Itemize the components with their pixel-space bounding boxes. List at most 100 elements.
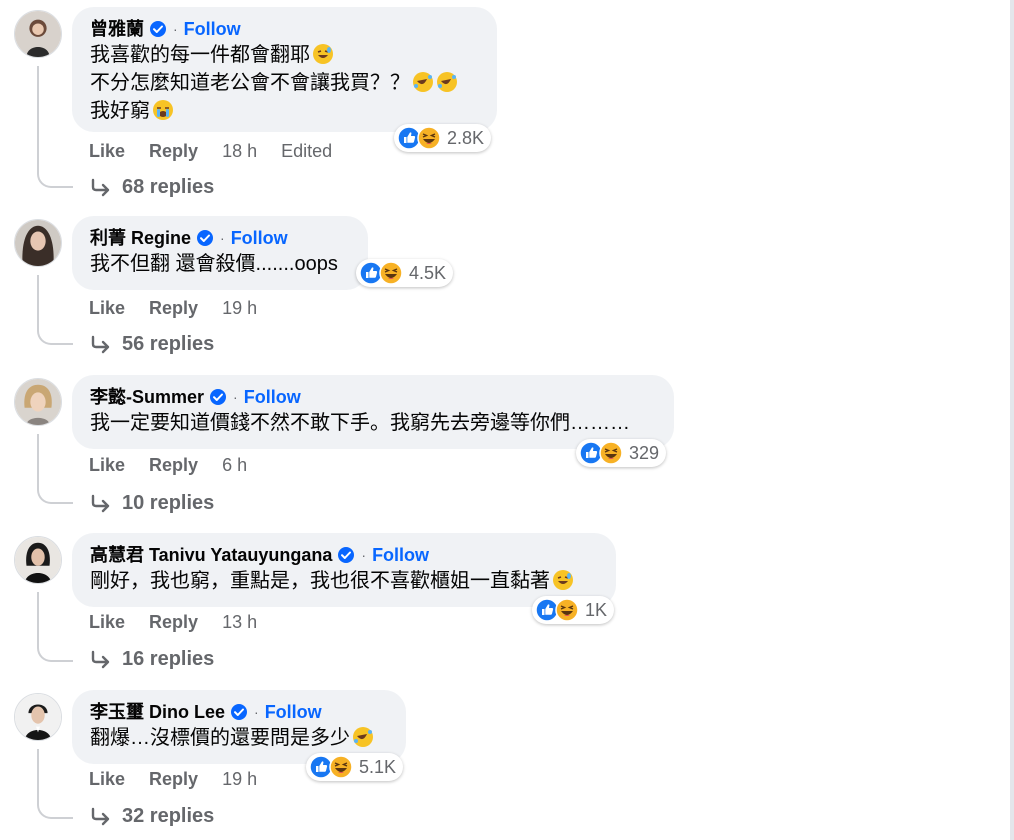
verified-badge-icon xyxy=(230,703,248,721)
follow-button[interactable]: Follow xyxy=(372,543,429,567)
comment-line: 剛好，我也窮，重點是，我也很不喜歡櫃姐一直黏著 xyxy=(90,570,550,592)
comment-line: 我喜歡的每一件都會翻耶 xyxy=(90,44,310,66)
comment-actions: Like Reply 13 h xyxy=(89,612,281,633)
reaction-summary[interactable]: 329 xyxy=(576,439,667,467)
replies-count: 32 replies xyxy=(122,805,215,827)
thread-connector xyxy=(37,170,73,188)
reply-arrow-icon xyxy=(91,807,110,825)
comment-actions: Like Reply 6 h xyxy=(89,455,271,476)
haha-reaction-icon xyxy=(329,755,353,779)
author-name[interactable]: 李玉璽 Dino Lee xyxy=(90,700,225,724)
thread-connector xyxy=(37,644,73,662)
haha-reaction-icon xyxy=(555,598,579,622)
separator-dot: · xyxy=(361,547,367,563)
rofl-emoji-icon xyxy=(352,726,374,748)
verified-badge-icon xyxy=(337,546,355,564)
avatar[interactable] xyxy=(14,219,62,267)
edited-label[interactable]: Edited xyxy=(281,141,332,162)
reaction-summary[interactable]: 4.5K xyxy=(356,259,454,287)
separator-dot: · xyxy=(233,389,238,405)
timestamp[interactable]: 13 h xyxy=(222,612,257,633)
thread-line xyxy=(37,749,41,805)
author-name[interactable]: 利菁 Regine xyxy=(90,226,191,250)
reaction-count: 1K xyxy=(585,599,608,620)
haha-reaction-icon xyxy=(417,126,441,150)
thread-line xyxy=(37,592,41,648)
haha-reaction-icon xyxy=(379,261,403,285)
follow-button[interactable]: Follow xyxy=(265,700,322,724)
timestamp[interactable]: 18 h xyxy=(222,141,257,162)
reaction-summary[interactable]: 1K xyxy=(532,596,615,624)
replies-count: 16 replies xyxy=(122,648,215,670)
grinning-sweat-emoji-icon xyxy=(552,569,574,591)
view-replies-link[interactable]: 16 replies xyxy=(90,648,214,671)
reply-button[interactable]: Reply xyxy=(149,612,198,633)
comment-bubble: 利菁 Regine · Follow 我不但翻 還會殺價.......oops xyxy=(72,216,368,290)
author-name[interactable]: 李懿-Summer xyxy=(90,385,204,409)
verified-badge-icon xyxy=(149,20,167,38)
replies-count: 10 replies xyxy=(122,492,215,514)
scrollbar-track[interactable] xyxy=(1010,0,1014,840)
verified-badge-icon xyxy=(196,229,214,247)
avatar[interactable] xyxy=(14,693,62,741)
avatar[interactable] xyxy=(14,378,62,426)
avatar[interactable] xyxy=(14,10,62,58)
reply-arrow-icon xyxy=(91,335,110,353)
replies-count: 56 replies xyxy=(122,333,215,355)
comment-bubble: 曾雅蘭 · Follow 我喜歡的每一件都會翻耶 不分怎麼知道老公會不會讓我買？… xyxy=(72,7,497,132)
haha-reaction-icon xyxy=(599,441,623,465)
follow-button[interactable]: Follow xyxy=(184,17,241,41)
separator-dot: · xyxy=(254,704,259,720)
comment-bubble: 李懿-Summer · Follow 我一定要知道價錢不然不敢下手。我窮先去旁邊… xyxy=(72,375,674,449)
reaction-count: 5.1K xyxy=(359,756,397,777)
thread-line xyxy=(37,66,41,172)
reply-arrow-icon xyxy=(91,494,110,512)
avatar[interactable] xyxy=(14,536,62,584)
thread-connector xyxy=(37,486,73,504)
view-replies-link[interactable]: 68 replies xyxy=(90,176,214,199)
comment-line: 我一定要知道價錢不然不敢下手。我窮先去旁邊等你們……… xyxy=(90,412,630,434)
rofl-emoji-icon xyxy=(436,71,458,93)
comment-line: 不分怎麼知道老公會不會讓我買？？ xyxy=(90,72,410,94)
like-button[interactable]: Like xyxy=(89,141,125,162)
comment-line: 翻爆…沒標價的還要問是多少 xyxy=(90,727,350,749)
replies-count: 68 replies xyxy=(122,176,215,198)
separator-dot: · xyxy=(220,230,225,246)
thread-connector xyxy=(37,801,73,819)
like-button[interactable]: Like xyxy=(89,455,125,476)
reaction-count: 4.5K xyxy=(409,262,447,283)
view-replies-link[interactable]: 56 replies xyxy=(90,333,214,356)
like-button[interactable]: Like xyxy=(89,612,125,633)
comment-actions: Like Reply 18 h Edited xyxy=(89,141,332,162)
reply-button[interactable]: Reply xyxy=(149,769,198,790)
comment-actions: Like Reply 19 h xyxy=(89,298,281,319)
like-button[interactable]: Like xyxy=(89,298,125,319)
view-replies-link[interactable]: 10 replies xyxy=(90,492,214,515)
reaction-count: 329 xyxy=(629,442,660,463)
follow-button[interactable]: Follow xyxy=(231,226,288,250)
comment-line: 我好窮 xyxy=(90,100,150,122)
reply-button[interactable]: Reply xyxy=(149,141,198,162)
timestamp[interactable]: 19 h xyxy=(222,769,257,790)
reaction-count: 2.8K xyxy=(447,127,485,148)
reaction-summary[interactable]: 2.8K xyxy=(394,124,492,152)
author-name[interactable]: 高慧君 Tanivu Yatauyungana xyxy=(90,543,332,567)
grinning-sweat-emoji-icon xyxy=(312,43,334,65)
like-button[interactable]: Like xyxy=(89,769,125,790)
thread-line xyxy=(37,434,41,490)
reply-arrow-icon xyxy=(91,650,110,668)
reaction-summary[interactable]: 5.1K xyxy=(306,753,404,781)
thread-connector xyxy=(37,327,73,345)
author-name[interactable]: 曾雅蘭 xyxy=(90,17,144,41)
thread-line xyxy=(37,275,41,331)
reply-button[interactable]: Reply xyxy=(149,455,198,476)
comment-bubble: 高慧君 Tanivu Yatauyungana · Follow 剛好，我也窮，… xyxy=(72,533,616,607)
reply-arrow-icon xyxy=(91,178,110,196)
timestamp[interactable]: 19 h xyxy=(222,298,257,319)
timestamp[interactable]: 6 h xyxy=(222,455,247,476)
comment-actions: Like Reply 19 h xyxy=(89,769,281,790)
reply-button[interactable]: Reply xyxy=(149,298,198,319)
comment-line: 我不但翻 還會殺價.......oops xyxy=(90,253,338,275)
follow-button[interactable]: Follow xyxy=(244,385,301,409)
view-replies-link[interactable]: 32 replies xyxy=(90,805,214,828)
